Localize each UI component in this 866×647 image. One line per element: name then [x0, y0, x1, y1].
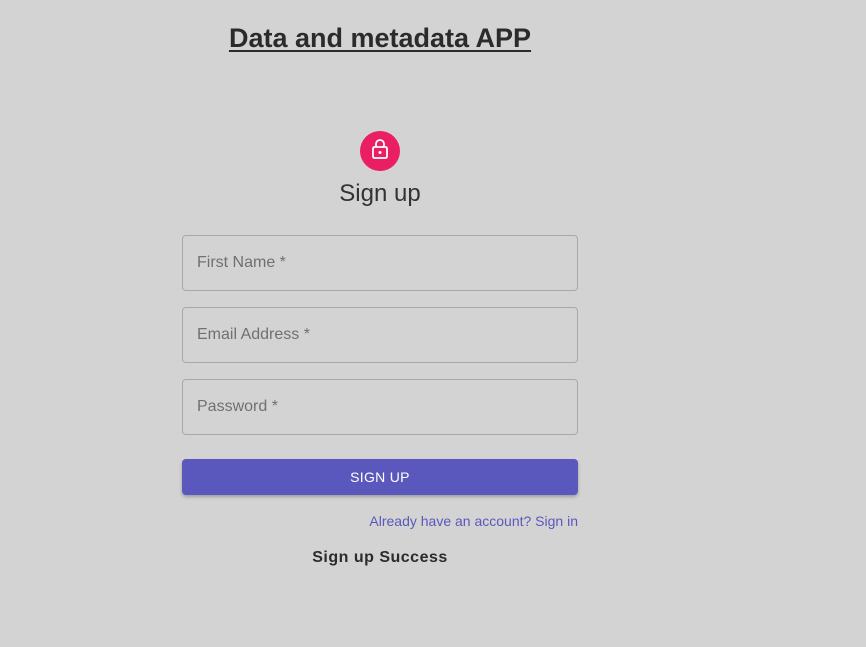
app-title: Data and metadata APP	[228, 23, 532, 53]
status-message: Sign up Success	[312, 549, 448, 566]
lock-open-icon	[370, 138, 390, 165]
avatar	[360, 131, 400, 171]
password-field[interactable]	[182, 379, 578, 435]
signup-form: Sign up SIGN UP Already have an account?…	[182, 131, 578, 566]
first-name-input[interactable]	[197, 254, 563, 272]
sign-up-button[interactable]: SIGN UP	[182, 459, 578, 495]
first-name-field[interactable]	[182, 235, 578, 291]
password-input[interactable]	[197, 398, 563, 416]
sign-in-link[interactable]: Already have an account? Sign in	[369, 513, 578, 529]
email-field[interactable]	[182, 307, 578, 363]
email-input[interactable]	[197, 326, 563, 344]
form-heading: Sign up	[339, 180, 421, 207]
